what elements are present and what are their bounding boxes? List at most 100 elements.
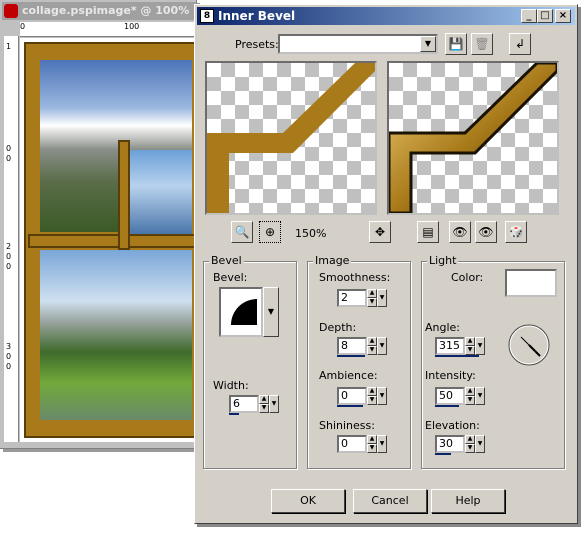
depth-label: Depth: (319, 321, 357, 334)
light-color-fill (507, 271, 555, 295)
document-titlebar[interactable]: collage.pspimage* @ 100% (I (2, 2, 196, 20)
light-group-title: Light (427, 254, 459, 267)
up-arrow-icon[interactable]: ▲ (465, 387, 475, 396)
ruler-mark: 100 (124, 22, 140, 31)
width-field[interactable]: 6 (229, 395, 259, 413)
zoom-out-icon[interactable]: 🔍 (231, 221, 253, 243)
document-window: collage.pspimage* @ 100% (I 0 100 1 0 0 … (0, 0, 197, 449)
ruler-mark: 0 (6, 352, 12, 361)
bevel-shape-picker[interactable] (219, 287, 263, 337)
down-arrow-icon[interactable]: ▼ (465, 346, 475, 355)
before-preview[interactable] (205, 61, 377, 215)
angle-dial-icon (508, 324, 550, 366)
up-arrow-icon[interactable]: ▲ (367, 337, 377, 346)
delete-preset-icon[interactable]: 🗑 (471, 33, 493, 55)
chevron-down-icon[interactable]: ▼ (377, 289, 387, 307)
minimize-button[interactable]: _ (521, 9, 537, 23)
depth-field[interactable]: 8 (337, 337, 367, 355)
shininess-stepper[interactable]: 0 ▲ ▼ ▼ (337, 435, 387, 453)
randomize-icon[interactable]: 🎲 (505, 221, 527, 243)
depth-slider-bar (337, 355, 365, 357)
intensity-stepper[interactable]: 50 ▲ ▼ ▼ (435, 387, 485, 407)
elevation-field[interactable]: 30 (435, 435, 465, 453)
up-arrow-icon[interactable]: ▲ (259, 395, 269, 404)
document-title: collage.pspimage* @ 100% (I (22, 4, 196, 17)
save-preset-icon[interactable]: 💾 (445, 33, 467, 55)
ambience-stepper[interactable]: 0 ▲ ▼ ▼ (337, 387, 387, 407)
chevron-down-icon[interactable]: ▼ (377, 435, 387, 453)
up-arrow-icon[interactable]: ▲ (367, 289, 377, 298)
bevel-shape-dropdown-icon[interactable]: ▼ (263, 287, 279, 337)
help-button[interactable]: Help (431, 489, 505, 513)
chevron-down-icon[interactable]: ▼ (475, 387, 485, 405)
angle-stepper[interactable]: 315 ▲ ▼ ▼ (435, 337, 485, 357)
lake-photo (128, 150, 192, 240)
ruler-mark: 0 (6, 362, 12, 371)
reset-icon[interactable]: ↲ (509, 33, 531, 55)
elevation-label: Elevation: (425, 419, 480, 432)
toggle-preview-icon[interactable]: ▤ (417, 221, 439, 243)
presets-label: Presets: (235, 38, 279, 51)
angle-dial[interactable] (507, 323, 551, 367)
chevron-down-icon[interactable]: ▼ (377, 387, 387, 405)
intensity-slider-bar (435, 405, 459, 407)
intensity-field[interactable]: 50 (435, 387, 465, 405)
down-arrow-icon[interactable]: ▼ (465, 444, 475, 453)
ambience-field[interactable]: 0 (337, 387, 367, 405)
image-group-title: Image (313, 254, 352, 267)
psp-document-icon (4, 4, 18, 18)
chevron-down-icon[interactable]: ▼ (475, 435, 485, 453)
horizontal-ruler: 0 100 (20, 22, 196, 37)
ok-button[interactable]: OK (271, 489, 345, 513)
down-arrow-icon[interactable]: ▼ (259, 404, 269, 413)
ruler-mark: 0 (20, 22, 26, 31)
ruler-mark: 1 (6, 42, 12, 51)
width-stepper[interactable]: 6 ▲ ▼ ▼ (229, 395, 279, 415)
chevron-down-icon[interactable]: ▼ (269, 395, 279, 413)
smoothness-stepper[interactable]: 2 ▲ ▼ ▼ (337, 289, 387, 307)
after-preview[interactable] (387, 61, 559, 215)
dialog-title: Inner Bevel (218, 9, 296, 23)
shininess-field[interactable]: 0 (337, 435, 367, 453)
dialog-titlebar[interactable]: 8 Inner Bevel _ □ × (197, 7, 575, 25)
dialog-app-icon: 8 (200, 9, 214, 23)
down-arrow-icon[interactable]: ▼ (465, 396, 475, 405)
ruler-mark: 2 (6, 242, 12, 251)
angle-field[interactable]: 315 (435, 337, 465, 355)
up-arrow-icon[interactable]: ▲ (465, 435, 475, 444)
angle-label: Angle: (425, 321, 461, 334)
down-arrow-icon[interactable]: ▼ (367, 346, 377, 355)
width-label: Width: (213, 379, 249, 392)
chevron-down-icon[interactable]: ▼ (475, 337, 485, 355)
auto-proof-icon[interactable]: 👁 (475, 221, 497, 243)
vertical-ruler: 1 0 0 2 0 0 3 0 0 (4, 36, 19, 442)
ambience-slider-bar (337, 405, 363, 407)
after-frame-shape (389, 63, 557, 213)
before-frame-shape (207, 63, 375, 213)
smoothness-field[interactable]: 2 (337, 289, 367, 307)
chevron-down-icon[interactable]: ▼ (420, 36, 436, 52)
elevation-stepper[interactable]: 30 ▲ ▼ ▼ (435, 435, 485, 455)
down-arrow-icon[interactable]: ▼ (367, 444, 377, 453)
width-slider-bar (229, 413, 239, 415)
light-color-swatch[interactable] (505, 269, 557, 297)
presets-dropdown[interactable]: ▼ (278, 34, 438, 54)
proof-icon[interactable]: 👁 (449, 221, 471, 243)
up-arrow-icon[interactable]: ▲ (367, 435, 377, 444)
down-arrow-icon[interactable]: ▼ (367, 298, 377, 307)
maximize-button[interactable]: □ (537, 9, 553, 23)
zoom-in-icon[interactable]: ⊕ (259, 221, 281, 243)
angle-slider-bar (435, 355, 479, 357)
down-arrow-icon[interactable]: ▼ (367, 396, 377, 405)
ruler-mark: 0 (6, 252, 12, 261)
pan-move-icon[interactable]: ✥ (369, 221, 391, 243)
up-arrow-icon[interactable]: ▲ (465, 337, 475, 346)
depth-stepper[interactable]: 8 ▲ ▼ ▼ (337, 337, 387, 357)
frame-octagon-edge (118, 140, 130, 250)
cancel-button[interactable]: Cancel (353, 489, 427, 513)
elevation-slider-bar (435, 453, 451, 455)
up-arrow-icon[interactable]: ▲ (367, 387, 377, 396)
close-button[interactable]: × (555, 9, 571, 23)
bevel-shape-label: Bevel: (213, 271, 248, 284)
chevron-down-icon[interactable]: ▼ (377, 337, 387, 355)
